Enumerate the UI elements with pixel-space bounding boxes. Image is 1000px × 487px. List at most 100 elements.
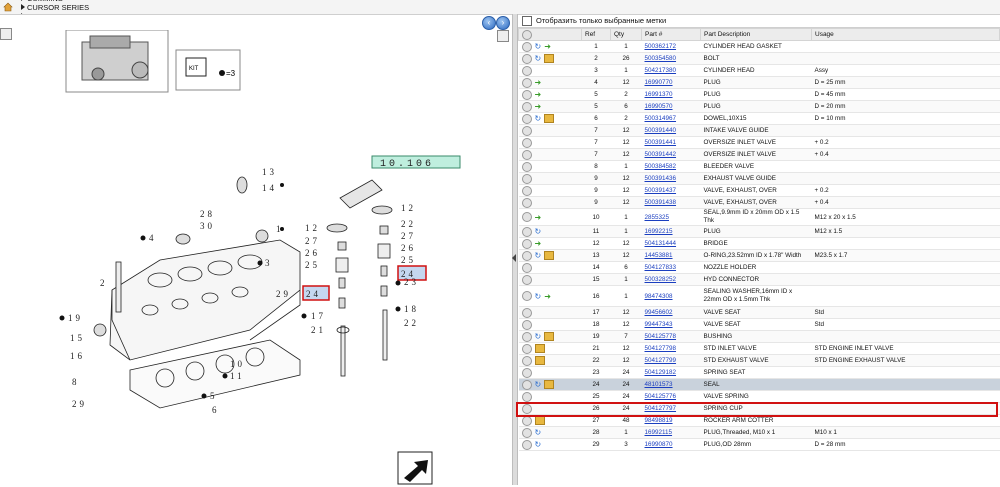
part-number-link[interactable]: 16991370 bbox=[645, 91, 673, 98]
part-number-link[interactable]: 504127799 bbox=[645, 357, 677, 364]
row-info-icon[interactable] bbox=[521, 185, 532, 196]
table-row[interactable]: 21 12 504127798 STD INLET VALVE STD ENGINE I… bbox=[518, 342, 1000, 355]
part-number-link[interactable]: 500384582 bbox=[645, 163, 677, 170]
row-info-icon[interactable] bbox=[521, 101, 532, 112]
row-info-icon[interactable] bbox=[521, 367, 532, 378]
row-info-icon[interactable] bbox=[521, 355, 532, 366]
table-row[interactable]: 23 24 504129182 SPRING SEAT bbox=[518, 366, 1000, 379]
refresh-icon[interactable]: ↻ bbox=[535, 332, 542, 341]
table-row[interactable]: ↻ 13 12 14453881 O-RING,23.52mm ID x 1.78" W… bbox=[518, 249, 1000, 262]
home-icon[interactable] bbox=[3, 2, 13, 12]
replacement-arrow-icon[interactable]: ➜ bbox=[544, 292, 551, 301]
settings-circle-icon[interactable] bbox=[522, 29, 532, 40]
kit-box-icon[interactable] bbox=[534, 416, 545, 425]
row-info-icon[interactable] bbox=[521, 415, 532, 426]
part-number-link[interactable]: 98474308 bbox=[645, 293, 673, 300]
row-info-icon[interactable] bbox=[521, 113, 532, 124]
part-number-cell[interactable]: 16990570 bbox=[641, 100, 701, 113]
table-row[interactable]: 18 12 99447343 VALVE SEAT Std bbox=[518, 318, 1000, 331]
table-row[interactable]: 3 1 504217380 CYLINDER HEAD Assy bbox=[518, 64, 1000, 77]
export-icon[interactable] bbox=[397, 451, 433, 485]
part-number-cell[interactable]: 500391442 bbox=[641, 148, 701, 161]
part-number-cell[interactable]: 2855325 bbox=[641, 208, 701, 226]
row-info-icon[interactable] bbox=[521, 197, 532, 208]
table-row[interactable]: 14 6 504127833 NOZZLE HOLDER bbox=[518, 261, 1000, 274]
part-number-cell[interactable]: 504127833 bbox=[641, 261, 701, 274]
part-number-link[interactable]: 16990870 bbox=[645, 441, 673, 448]
part-number-cell[interactable]: 48101573 bbox=[641, 378, 701, 391]
replacement-arrow-icon[interactable]: ➜ bbox=[535, 102, 542, 111]
row-info-icon[interactable] bbox=[521, 137, 532, 148]
table-row[interactable]: ↻ 24 24 48101573 SEAL bbox=[518, 378, 1000, 391]
part-number-cell[interactable]: 504217380 bbox=[641, 64, 701, 77]
part-number-cell[interactable]: 504131444 bbox=[641, 237, 701, 250]
part-number-link[interactable]: 500391442 bbox=[645, 151, 677, 158]
kit-box-icon[interactable] bbox=[534, 344, 545, 353]
part-number-link[interactable]: 500314967 bbox=[645, 115, 677, 122]
part-number-cell[interactable]: 16990770 bbox=[641, 76, 701, 89]
row-info-icon[interactable] bbox=[521, 41, 532, 52]
part-number-cell[interactable]: 14453881 bbox=[641, 249, 701, 262]
part-number-cell[interactable]: 500391438 bbox=[641, 196, 701, 209]
kit-box-icon[interactable] bbox=[544, 114, 555, 123]
refresh-icon[interactable]: ↻ bbox=[535, 428, 542, 437]
column-header-part[interactable]: Part # bbox=[641, 28, 701, 41]
part-number-link[interactable]: 504125776 bbox=[645, 393, 677, 400]
part-number-cell[interactable]: 500391436 bbox=[641, 172, 701, 185]
table-row[interactable]: ➜ 5 6 16990570 PLUG D = 20 mm bbox=[518, 100, 1000, 113]
row-info-icon[interactable] bbox=[521, 319, 532, 330]
row-info-icon[interactable] bbox=[521, 125, 532, 136]
part-number-cell[interactable]: 500362172 bbox=[641, 40, 701, 53]
refresh-icon[interactable]: ↻ bbox=[535, 54, 542, 63]
table-row[interactable]: ➜ 5 2 16991370 PLUG D = 45 mm bbox=[518, 88, 1000, 101]
replacement-arrow-icon[interactable]: ➜ bbox=[535, 213, 542, 222]
table-row[interactable]: ↻ ➜ 16 1 98474308 SEALING WASHER,16mm ID x 22… bbox=[518, 285, 1000, 307]
row-info-icon[interactable] bbox=[521, 173, 532, 184]
part-number-cell[interactable]: 504127798 bbox=[641, 342, 701, 355]
table-row[interactable]: 15 1 500328252 HYD CONNECTOR bbox=[518, 273, 1000, 286]
part-number-cell[interactable]: 99447343 bbox=[641, 318, 701, 331]
replacement-arrow-icon[interactable]: ➜ bbox=[535, 78, 542, 87]
row-info-icon[interactable] bbox=[521, 149, 532, 160]
row-info-icon[interactable] bbox=[521, 250, 532, 261]
part-number-link[interactable]: 16990570 bbox=[645, 103, 673, 110]
table-row[interactable]: 17 12 99456602 VALVE SEAT Std bbox=[518, 306, 1000, 319]
table-row[interactable]: ↻ ➜ 1 1 500362172 CYLINDER HEAD GASKET bbox=[518, 40, 1000, 53]
table-row[interactable]: ➜ 4 12 16990770 PLUG D = 25 mm bbox=[518, 76, 1000, 89]
part-number-cell[interactable]: 500391437 bbox=[641, 184, 701, 197]
table-row[interactable]: 7 12 500391441 OVERSIZE INLET VALVE + 0.2 bbox=[518, 136, 1000, 149]
part-number-link[interactable]: 2855325 bbox=[645, 214, 670, 221]
show-selected-checkbox[interactable] bbox=[522, 15, 532, 26]
part-number-cell[interactable]: 500354580 bbox=[641, 52, 701, 65]
refresh-icon[interactable]: ↻ bbox=[535, 292, 542, 301]
part-number-link[interactable]: 16990770 bbox=[645, 79, 673, 86]
row-info-icon[interactable] bbox=[521, 238, 532, 249]
replacement-arrow-icon[interactable]: ➜ bbox=[535, 239, 542, 248]
part-number-link[interactable]: 99456602 bbox=[645, 309, 673, 316]
replacement-arrow-icon[interactable]: ➜ bbox=[544, 42, 551, 51]
table-row[interactable]: ➜ 10 1 2855325 SEAL,9.9mm ID x 20mm OD x 1.5… bbox=[518, 208, 1000, 226]
table-row[interactable]: 25 24 504125776 VALVE SPRING bbox=[518, 390, 1000, 403]
table-row[interactable]: ↻ 2 26 500354580 BOLT bbox=[518, 52, 1000, 65]
part-number-link[interactable]: 98498819 bbox=[645, 417, 673, 424]
row-info-icon[interactable] bbox=[521, 77, 532, 88]
kit-box-icon[interactable] bbox=[544, 251, 555, 260]
table-row[interactable]: 22 12 504127799 STD EXHAUST VALVE STD ENGINE… bbox=[518, 354, 1000, 367]
previous-diagram-button[interactable]: ‹ bbox=[482, 16, 496, 30]
row-info-icon[interactable] bbox=[521, 226, 532, 237]
row-info-icon[interactable] bbox=[521, 379, 532, 390]
table-row[interactable]: 9 12 500391437 VALVE, EXHAUST, OVER + 0.2 bbox=[518, 184, 1000, 197]
engine-thumbnail[interactable] bbox=[65, 29, 169, 93]
part-number-cell[interactable]: 16990870 bbox=[641, 438, 701, 451]
table-row[interactable]: ↻ 11 1 16992215 PLUG M12 x 1.5 bbox=[518, 225, 1000, 238]
part-number-cell[interactable]: 16991370 bbox=[641, 88, 701, 101]
column-header-qty[interactable]: Qty bbox=[610, 28, 642, 41]
part-number-cell[interactable]: 504129182 bbox=[641, 366, 701, 379]
part-number-link[interactable]: 500354580 bbox=[645, 55, 677, 62]
row-info-icon[interactable] bbox=[521, 262, 532, 273]
table-row[interactable]: ➜ 12 12 504131444 BRIDGE bbox=[518, 237, 1000, 250]
part-number-link[interactable]: 504217380 bbox=[645, 67, 677, 74]
table-row[interactable]: 9 12 500391438 VALVE, EXHAUST, OVER + 0.4 bbox=[518, 196, 1000, 209]
refresh-icon[interactable]: ↻ bbox=[535, 251, 542, 260]
row-info-icon[interactable] bbox=[521, 439, 532, 450]
